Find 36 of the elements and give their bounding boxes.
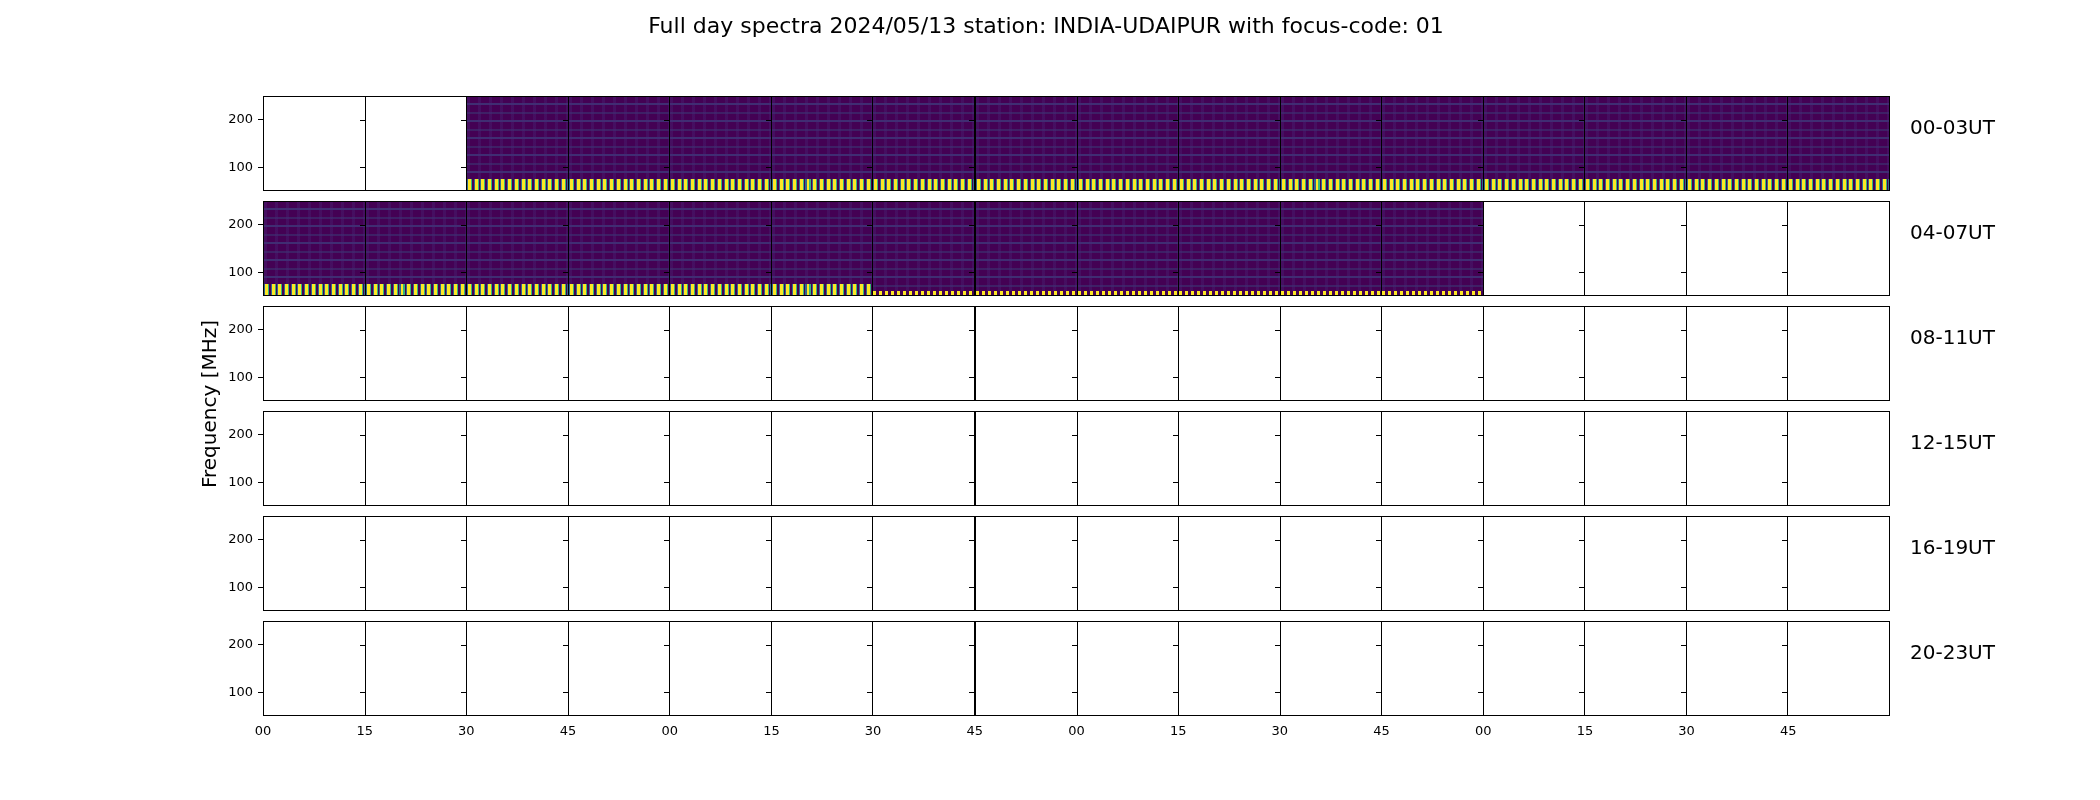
- tick-label: 00: [661, 723, 678, 738]
- tick-label: 200: [228, 110, 263, 128]
- row-label: 12-15UT: [1910, 429, 1995, 456]
- tick-label: 200: [228, 530, 263, 548]
- tick-label: 45: [1780, 723, 1797, 738]
- tick-label: 100: [228, 368, 263, 386]
- tick-label: 200: [228, 320, 263, 338]
- row-label: 16-19UT: [1910, 534, 1995, 561]
- tick-label: 00: [1068, 723, 1085, 738]
- row-label: 20-23UT: [1910, 639, 1995, 666]
- tick-label: 100: [228, 263, 263, 281]
- tick-label: 100: [228, 683, 263, 701]
- tick-label: 45: [1373, 723, 1390, 738]
- tick-label: 45: [966, 723, 984, 738]
- row-label: 08-11UT: [1910, 324, 1995, 351]
- tick-label: 100: [228, 578, 263, 596]
- tick-label: 45: [559, 723, 577, 738]
- row-label: 04-07UT: [1910, 219, 1995, 246]
- tick-label: 100: [228, 473, 263, 491]
- tick-label: 30: [1271, 723, 1289, 738]
- row-label: 00-03UT: [1910, 114, 1995, 141]
- figure-title: Full day spectra 2024/05/13 station: INDIA-UDAIPUR with focus-code: 01: [647, 13, 1445, 40]
- tick-label: 15: [1576, 723, 1594, 738]
- tick-label: 30: [864, 723, 882, 738]
- tick-label: 200: [228, 635, 263, 653]
- tick-label: 200: [228, 425, 263, 443]
- tick-label: 15: [1169, 723, 1187, 738]
- tick-label: 00: [1475, 723, 1492, 738]
- tick-label: 00: [254, 723, 272, 738]
- tick-label: 30: [1678, 723, 1695, 738]
- axis-label: Frequency [MHz]: [197, 319, 221, 488]
- tick-label: 200: [228, 215, 263, 233]
- tick-label: 15: [763, 723, 780, 738]
- tick-label: 100: [228, 158, 263, 176]
- tick-label: 15: [356, 723, 373, 738]
- tick-label: 30: [458, 723, 475, 738]
